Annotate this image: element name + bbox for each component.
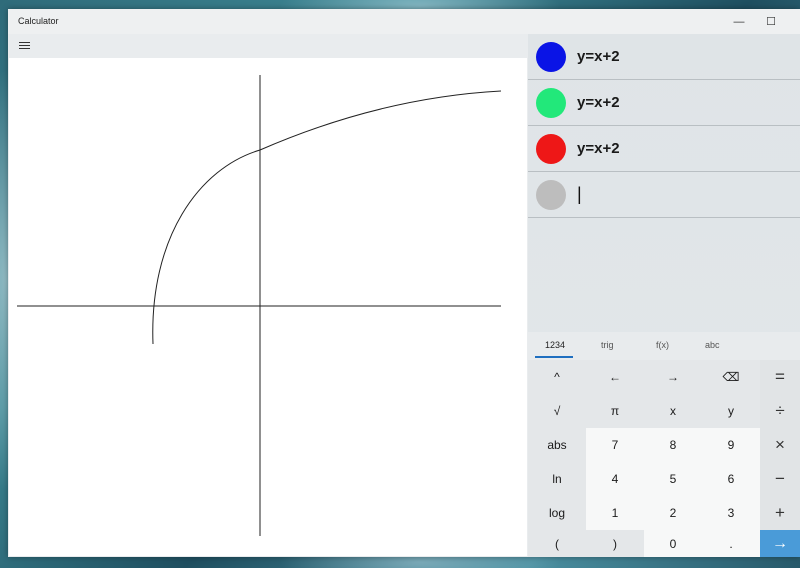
keypad: 1234 trig f(x) abc ^ ← → ⌫ = √ π x y ÷ a… [528, 332, 800, 557]
function-color-swatch[interactable] [536, 133, 566, 164]
key-8[interactable]: 8 [644, 428, 702, 462]
function-pane: y=x+2 y=x+2 y=x+2 | 1234 trig f(x) abc ^… [528, 34, 800, 557]
key-3[interactable]: 3 [702, 496, 760, 530]
key-0[interactable]: 0 [644, 530, 702, 557]
key-equals[interactable]: = [760, 360, 800, 394]
graph-canvas[interactable] [9, 58, 527, 556]
key-left-arrow[interactable]: ← [586, 360, 644, 394]
key-multiply[interactable]: × [760, 428, 800, 462]
calculator-window: Calculator — ☐ y=x+2 y=x+2 y=x+2 | 1234 … [8, 9, 800, 557]
key-minus[interactable]: − [760, 462, 800, 496]
maximize-button[interactable]: ☐ [756, 9, 786, 34]
active-tab-indicator [535, 356, 573, 358]
function-expression[interactable]: y=x+2 [577, 94, 620, 111]
title-bar[interactable]: Calculator — ☐ [8, 9, 800, 34]
key-5[interactable]: 5 [644, 462, 702, 496]
hamburger-menu-icon[interactable] [14, 37, 34, 53]
backspace-icon[interactable]: ⌫ [702, 360, 760, 394]
function-row[interactable]: y=x+2 [528, 80, 800, 126]
key-2[interactable]: 2 [644, 496, 702, 530]
key-divide[interactable]: ÷ [760, 394, 800, 428]
key-6[interactable]: 6 [702, 462, 760, 496]
function-color-swatch[interactable] [536, 41, 566, 72]
key-plus[interactable]: + [760, 496, 800, 530]
key-sqrt[interactable]: √ [528, 394, 586, 428]
tab-trig[interactable]: trig [601, 340, 614, 350]
tab-fx[interactable]: f(x) [656, 340, 669, 350]
keypad-tabs: 1234 trig f(x) abc [528, 332, 800, 360]
key-pi[interactable]: π [586, 394, 644, 428]
tab-abc[interactable]: abc [705, 340, 720, 350]
function-input-row[interactable]: | [528, 172, 800, 218]
function-color-swatch[interactable] [536, 179, 566, 210]
key-y[interactable]: y [702, 394, 760, 428]
function-expression[interactable]: y=x+2 [577, 48, 620, 65]
key-power[interactable]: ^ [528, 360, 586, 394]
function-color-swatch[interactable] [536, 87, 566, 118]
key-log[interactable]: log [528, 496, 586, 530]
key-1[interactable]: 1 [586, 496, 644, 530]
key-decimal[interactable]: . [702, 530, 760, 557]
key-4[interactable]: 4 [586, 462, 644, 496]
minimize-button[interactable]: — [724, 9, 754, 34]
key-ln[interactable]: ln [528, 462, 586, 496]
key-7[interactable]: 7 [586, 428, 644, 462]
key-9[interactable]: 9 [702, 428, 760, 462]
enter-arrow-icon[interactable]: → [760, 530, 800, 557]
key-close-paren[interactable]: ) [586, 530, 644, 557]
key-open-paren[interactable]: ( [528, 530, 586, 557]
key-right-arrow[interactable]: → [644, 360, 702, 394]
function-row[interactable]: y=x+2 [528, 34, 800, 80]
tab-1234[interactable]: 1234 [545, 340, 565, 350]
key-abs[interactable]: abs [528, 428, 586, 462]
key-x[interactable]: x [644, 394, 702, 428]
window-title: Calculator [18, 16, 59, 26]
function-expression[interactable]: y=x+2 [577, 140, 620, 157]
function-input-field[interactable]: | [577, 184, 582, 205]
function-row[interactable]: y=x+2 [528, 126, 800, 172]
graph-svg [17, 75, 502, 536]
